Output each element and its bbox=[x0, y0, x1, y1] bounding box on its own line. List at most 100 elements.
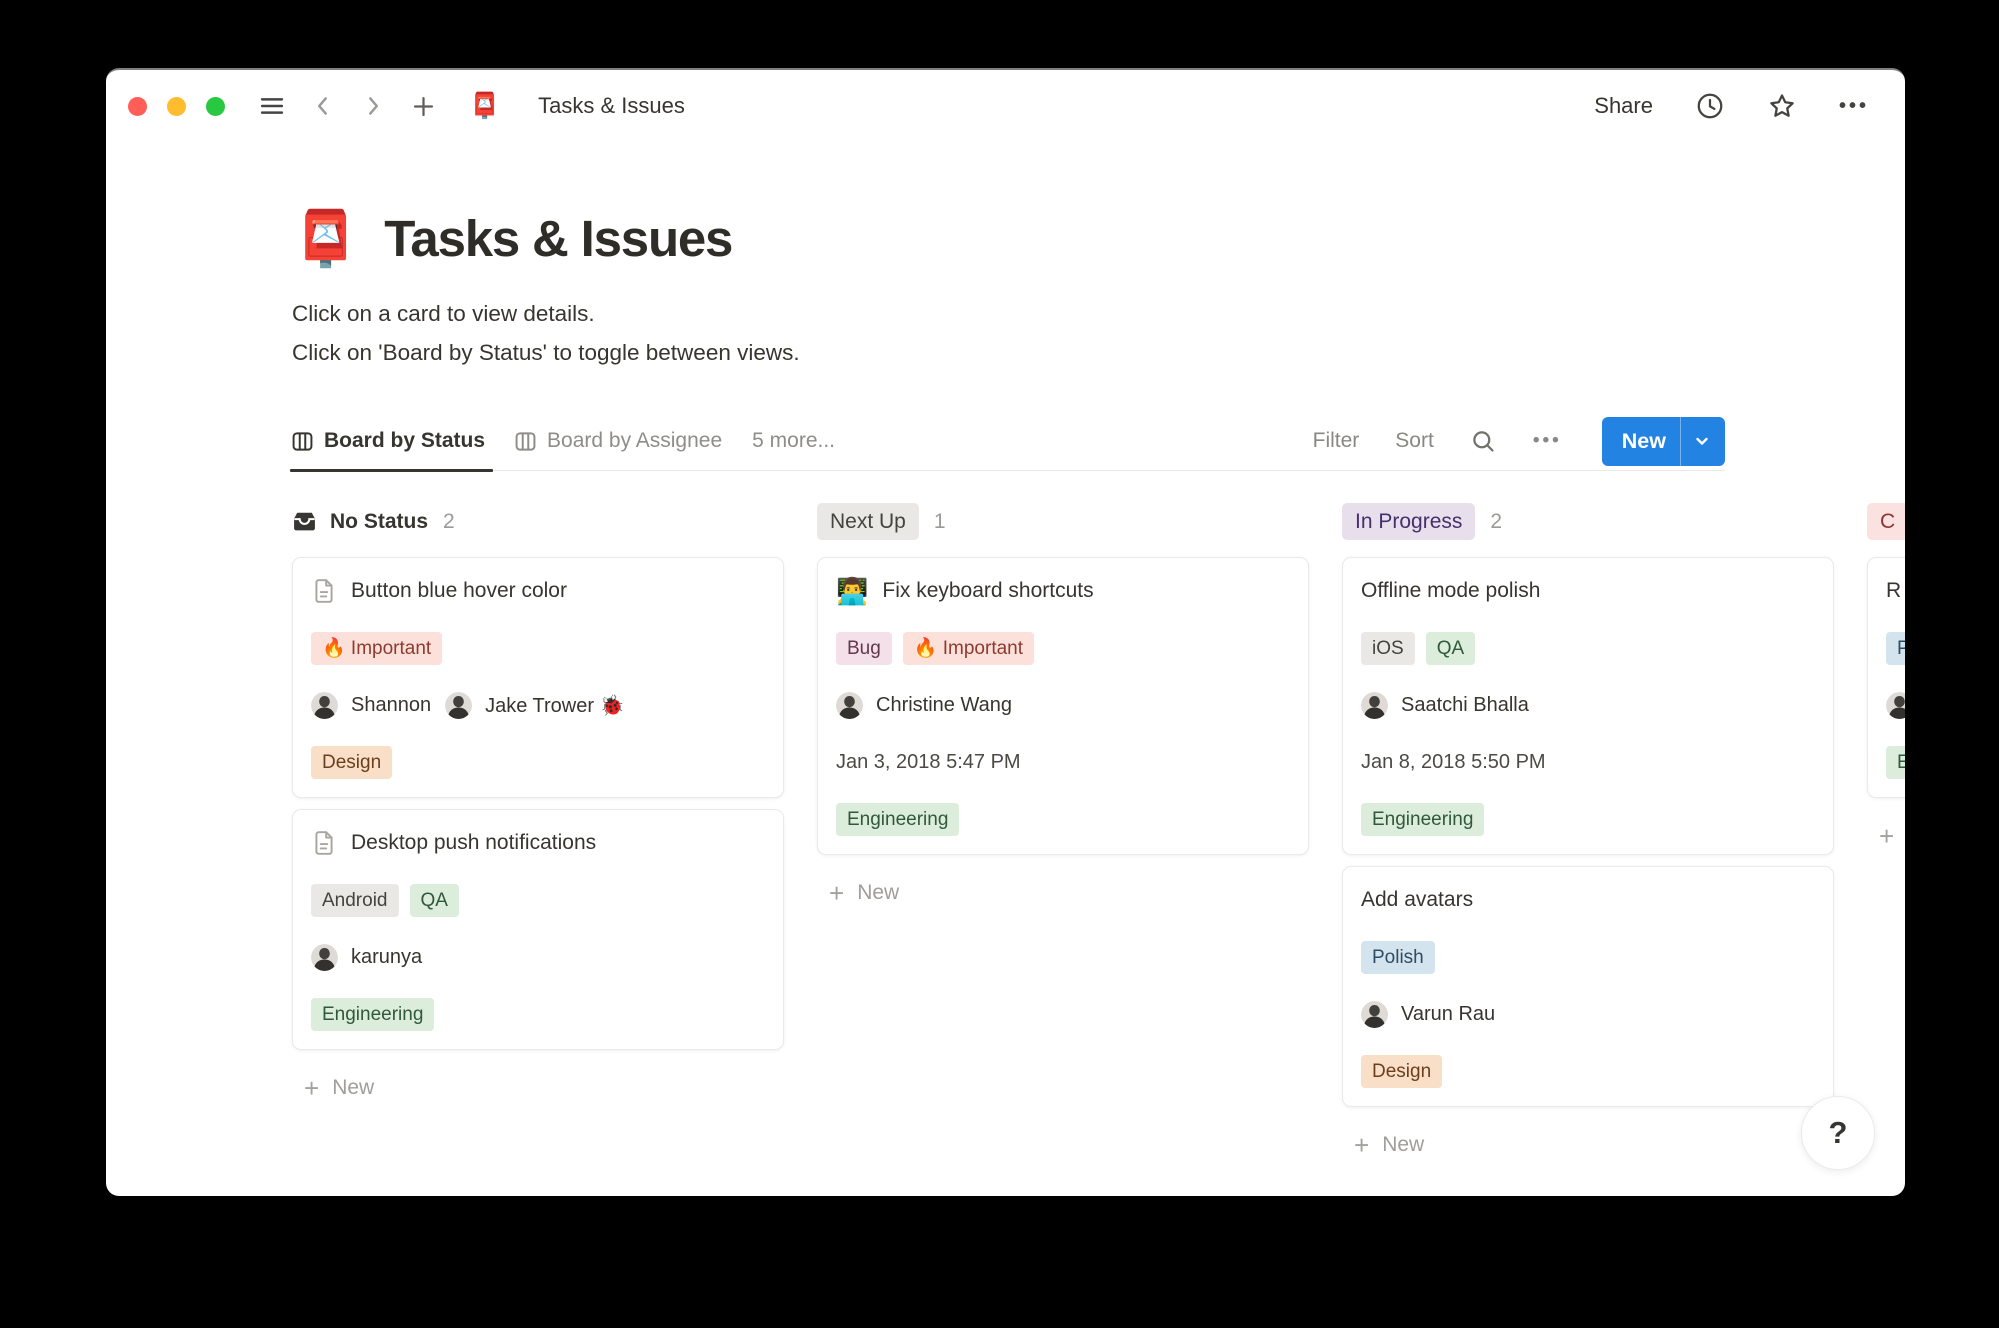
card-title: Add avatars bbox=[1361, 888, 1474, 911]
tag: iOS bbox=[1361, 631, 1415, 665]
column-header[interactable]: In Progress 2 bbox=[1342, 503, 1502, 540]
board-card[interactable]: R P E bbox=[1867, 557, 1905, 798]
plus-icon: + bbox=[304, 1073, 320, 1103]
back-icon[interactable] bbox=[310, 93, 336, 119]
tab-board-by-assignee[interactable]: Board by Assignee bbox=[515, 412, 722, 471]
card-row-people: Christine Wang bbox=[836, 688, 1290, 722]
view-toolbar: Board by Status Board by Assignee 5 more… bbox=[289, 412, 1725, 472]
share-button[interactable]: Share bbox=[1594, 93, 1653, 119]
column-title-pill: Next Up bbox=[817, 503, 919, 540]
card-title-row: 👨‍💻 Fix keyboard shortcuts bbox=[836, 574, 1290, 608]
board-card[interactable]: Desktop push notifications Android QA karun… bbox=[292, 809, 784, 1050]
person: Shannon bbox=[311, 691, 431, 719]
updates-clock-icon[interactable] bbox=[1695, 91, 1725, 121]
column-title: No Status bbox=[330, 509, 429, 533]
avatar bbox=[1361, 691, 1388, 719]
tag: Android bbox=[311, 883, 399, 917]
board-card[interactable]: Button blue hover color 🔥 Important Shanno… bbox=[292, 557, 784, 798]
tag: Engineering bbox=[1361, 802, 1485, 836]
new-card-label: New bbox=[332, 1076, 375, 1099]
plus-icon: + bbox=[829, 878, 845, 908]
tag: Engineering bbox=[311, 997, 435, 1031]
card-row-date: Jan 3, 2018 5:47 PM bbox=[836, 750, 1021, 773]
card-title-row: Add avatars bbox=[1361, 883, 1815, 917]
card-row-tags: Engineering bbox=[836, 802, 1290, 836]
new-button-label[interactable]: New bbox=[1602, 417, 1680, 466]
card-row-tags: E bbox=[1886, 745, 1905, 779]
tag: QA bbox=[1425, 631, 1476, 665]
more-options-icon[interactable]: ••• bbox=[1839, 95, 1869, 118]
person: Christine Wang bbox=[836, 691, 1012, 719]
titlebar: 📮 Tasks & Issues Share ••• bbox=[106, 70, 1905, 142]
plus-icon: + bbox=[1354, 1130, 1370, 1160]
page-description: Click on a card to view details. Click o… bbox=[292, 294, 800, 372]
person-name: Jake Trower 🐞 bbox=[485, 694, 625, 717]
tab-label: 5 more... bbox=[752, 429, 836, 452]
card-title: Offline mode polish bbox=[1361, 579, 1541, 602]
window-controls bbox=[128, 96, 225, 116]
column-new-card-button[interactable]: + New bbox=[817, 880, 899, 906]
column-new-card-button[interactable]: + New bbox=[292, 1075, 374, 1101]
board-card[interactable]: 👨‍💻 Fix keyboard shortcuts Bug 🔥 Important C… bbox=[817, 557, 1309, 855]
tag: Engineering bbox=[836, 802, 960, 836]
page-emoji-icon[interactable]: 📮 bbox=[292, 208, 359, 270]
tab-board-by-status[interactable]: Board by Status bbox=[289, 412, 494, 472]
filter-button[interactable]: Filter bbox=[1313, 429, 1360, 453]
page-description-line1: Click on a card to view details. bbox=[292, 301, 595, 326]
card-row-people: Shannon Jake Trower 🐞 bbox=[311, 688, 765, 722]
card-row-tags: P bbox=[1886, 631, 1905, 665]
avatar bbox=[836, 691, 863, 719]
card-row-tags: Engineering bbox=[311, 997, 765, 1031]
new-card-label: New bbox=[857, 881, 900, 904]
board-column: C R P E +New bbox=[1867, 503, 1905, 849]
card-row-tags: iOS QA bbox=[1361, 631, 1815, 665]
card-row-tags: Design bbox=[1361, 1054, 1815, 1088]
board-card[interactable]: Add avatars Polish Varun Rau Design bbox=[1342, 866, 1834, 1107]
titlebar-page-title: Tasks & Issues bbox=[538, 93, 685, 118]
card-row-tags: Bug 🔥 Important bbox=[836, 631, 1290, 665]
page-title: Tasks & Issues bbox=[384, 210, 733, 267]
board-column: In Progress 2 Offline mode polish iOS QA Saat… bbox=[1342, 503, 1834, 1158]
column-title-pill: In Progress bbox=[1342, 503, 1476, 540]
avatar bbox=[1886, 691, 1905, 719]
card-row-tags: 🔥 Important bbox=[311, 631, 765, 665]
person: karunya bbox=[311, 943, 422, 971]
column-header[interactable]: No Status 2 bbox=[292, 503, 455, 540]
close-window-button[interactable] bbox=[128, 96, 147, 116]
card-title-row: Button blue hover color bbox=[311, 574, 765, 608]
column-title-pill: C bbox=[1867, 503, 1905, 540]
column-count: 2 bbox=[1490, 509, 1503, 533]
help-button[interactable]: ? bbox=[1801, 1096, 1875, 1170]
favorite-star-icon[interactable] bbox=[1767, 91, 1797, 121]
card-emoji-icon: 👨‍💻 bbox=[836, 576, 869, 606]
new-page-icon[interactable] bbox=[410, 93, 437, 120]
board-card[interactable]: Offline mode polish iOS QA Saatchi Bhalla Ja… bbox=[1342, 557, 1834, 855]
card-title: Fix keyboard shortcuts bbox=[882, 579, 1094, 602]
new-button[interactable]: New bbox=[1601, 416, 1725, 466]
avatar bbox=[311, 691, 338, 719]
tab-more-views[interactable]: 5 more... bbox=[752, 412, 835, 471]
person bbox=[1886, 691, 1905, 719]
tag: 🔥 Important bbox=[311, 631, 443, 665]
sidebar-menu-icon[interactable] bbox=[258, 92, 286, 120]
search-icon[interactable] bbox=[1470, 428, 1497, 455]
tag: Design bbox=[311, 745, 393, 779]
avatar bbox=[311, 943, 338, 971]
tab-label: Board by Status bbox=[324, 429, 486, 452]
card-title-row: R bbox=[1886, 574, 1905, 608]
forward-icon[interactable] bbox=[360, 93, 386, 119]
column-header[interactable]: C bbox=[1867, 503, 1905, 540]
card-row-people: Saatchi Bhalla bbox=[1361, 688, 1815, 722]
view-more-options-icon[interactable]: ••• bbox=[1533, 430, 1562, 452]
tag: QA bbox=[409, 883, 459, 917]
card-row-people: Varun Rau bbox=[1361, 997, 1815, 1031]
sort-button[interactable]: Sort bbox=[1395, 429, 1434, 453]
column-header[interactable]: Next Up 1 bbox=[817, 503, 946, 540]
person: Saatchi Bhalla bbox=[1361, 691, 1529, 719]
column-new-card-button[interactable]: +New bbox=[1867, 823, 1905, 849]
column-new-card-button[interactable]: +New bbox=[1342, 1132, 1424, 1158]
zoom-window-button[interactable] bbox=[206, 96, 225, 116]
minimize-window-button[interactable] bbox=[167, 96, 186, 116]
tag: Design bbox=[1361, 1054, 1443, 1088]
new-button-chevron-down-icon[interactable] bbox=[1680, 416, 1725, 466]
